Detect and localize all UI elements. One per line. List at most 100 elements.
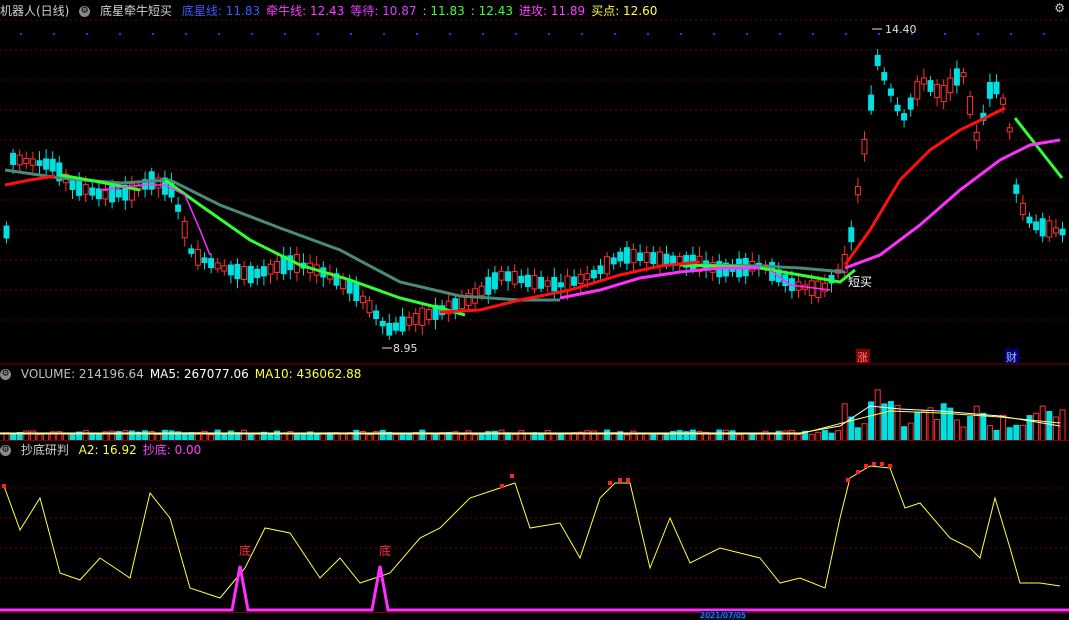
candle-down [868,94,875,111]
volume-bar [907,422,914,441]
ma5-line [0,405,1061,434]
volume-bar [122,430,129,441]
volume-bar [293,433,300,441]
top-dot [449,33,451,35]
volume-bar [406,433,413,441]
candle-down [927,80,934,92]
volume-bar [320,433,327,441]
main-price-chart[interactable]: 14.40 8.95 短买涨 财 [0,0,1069,365]
volume-bar [914,411,921,441]
volume-bar [947,407,954,441]
candle-down [353,283,360,302]
candle-up [366,300,373,314]
volume-bar [960,426,967,441]
volume-bar [808,433,815,441]
volume-bar [564,433,571,441]
volume-bar [544,430,551,441]
magenta-line-2 [844,138,1061,270]
volume-bar [881,403,888,441]
volume-bar [934,418,941,441]
top-dot [548,33,550,35]
volume-bar [953,419,960,441]
top-dot [944,33,946,35]
top-dot [185,33,187,35]
peak-dot [500,484,504,488]
peak-dot [510,474,514,478]
red-line-3 [843,106,1006,266]
volume-bar [980,412,987,441]
volume-bar [399,433,406,441]
candle-down [623,247,630,264]
volume-bar [676,430,683,441]
top-dot [317,33,319,35]
candle-up [531,275,538,290]
volume-bar [821,430,828,441]
volume-bar [353,429,360,441]
candle-down [452,298,459,312]
red-line-1 [4,174,56,187]
candle-down [392,322,399,331]
candle-down [379,320,386,327]
volume-bar [1013,424,1020,441]
candle-up [194,249,201,266]
candle-up [960,72,967,78]
candle-down [89,187,96,196]
candle-up [967,96,974,115]
volume-bar [478,433,485,441]
bottom-indicator-chart[interactable]: 底底 [0,458,1069,618]
volume-bar [584,430,591,441]
peak-dot [864,464,868,468]
volume-bar [782,430,789,441]
bottom-indicator-title[interactable]: 抄底研判 [21,443,69,457]
top-dot [779,33,781,35]
candle-up [221,265,228,272]
top-dot [1010,33,1012,35]
volume-bar [432,433,439,441]
volume-bar [894,404,901,441]
candle-down [3,225,10,239]
gear-icon[interactable]: ⚙ [0,445,11,456]
top-dot [845,33,847,35]
volume-bar [267,433,274,441]
candle-up [359,295,366,304]
candle-down [597,265,604,274]
volume-bar [89,433,96,441]
top-dot [119,33,121,35]
volume-chart[interactable] [0,381,1069,441]
volume-bar [419,429,426,441]
candle-up [934,83,941,99]
candle-up [406,316,413,326]
volume-bar [254,433,261,441]
indicator-value-1: 抄底: 0.00 [142,443,202,457]
volume-bar [1000,414,1007,441]
volume-bar [709,433,716,441]
top-dot [416,33,418,35]
candle-down [887,88,894,96]
volume-bar [643,433,650,441]
top-dot [218,33,220,35]
volume-bar [722,429,729,441]
candle-down [953,68,960,86]
top-dot [680,33,682,35]
candle-down [69,180,76,190]
candle-down [610,257,617,265]
candle-up [425,309,432,320]
gear-icon[interactable]: ⚙ [0,369,11,380]
candle-up [1006,127,1013,133]
candle-up [511,271,518,285]
candle-down [551,276,558,292]
top-dot [284,33,286,35]
candle-down [518,275,525,283]
low-price-label: 8.95 [393,342,418,355]
candle-down [43,158,50,170]
peak-dot [846,478,850,482]
volume-bar [538,433,545,441]
candle-up [498,270,505,281]
candle-down [491,272,498,290]
candle-down [571,276,578,286]
volume-bar [1059,409,1066,441]
top-dot [86,33,88,35]
candle-up [214,262,221,270]
candle-down [524,274,531,288]
candle-up [267,263,274,275]
